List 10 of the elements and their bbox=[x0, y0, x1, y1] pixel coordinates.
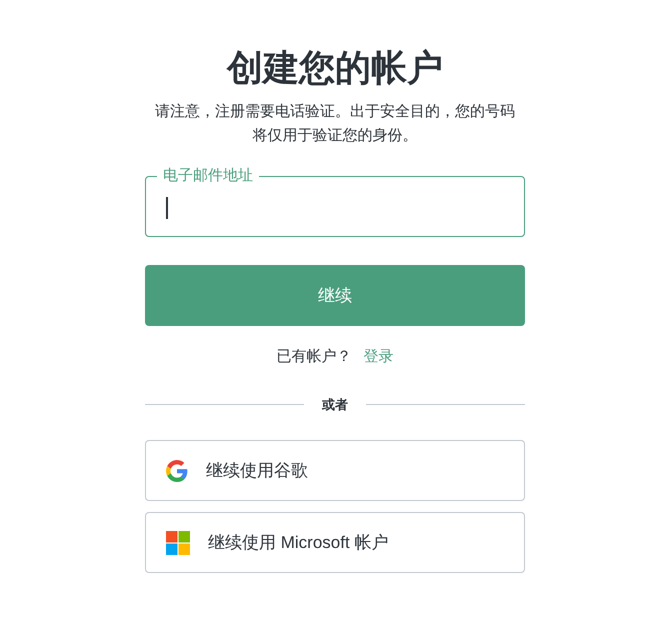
divider-text: 或者 bbox=[322, 396, 348, 414]
notice-text: 请注意，注册需要电话验证。出于安全目的，您的号码将仅用于验证您的身份。 bbox=[154, 102, 516, 146]
google-g-icon bbox=[166, 460, 188, 482]
four-squares-icon bbox=[166, 530, 190, 554]
login-link[interactable]: 登录 bbox=[364, 346, 394, 368]
microsoft-signin-button[interactable]: 继续使用 Microsoft 帐户 bbox=[145, 512, 525, 573]
page-title: 创建您的帐户 bbox=[227, 46, 443, 90]
google-signin-button[interactable]: 继续使用谷歌 bbox=[145, 440, 525, 501]
continue-button[interactable]: 继续 bbox=[145, 265, 525, 326]
login-prompt: 已有帐户？ bbox=[276, 347, 352, 367]
